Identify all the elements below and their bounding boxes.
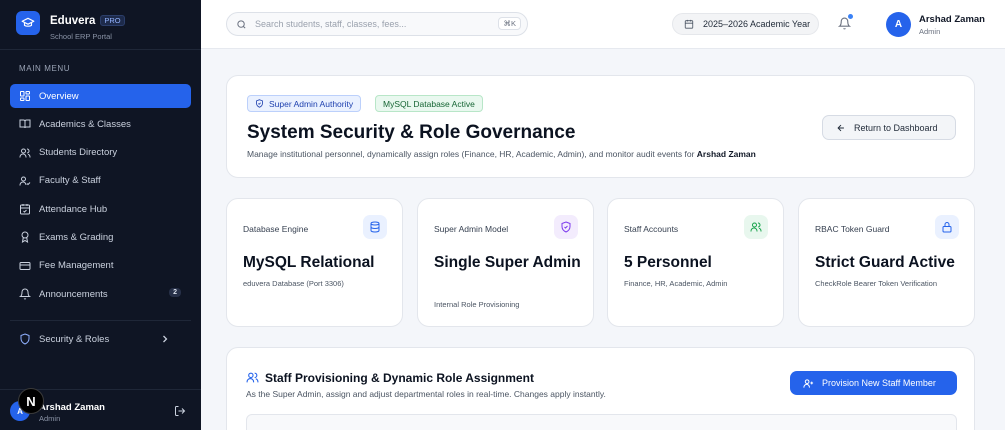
pro-badge: PRO: [100, 15, 125, 26]
graduation-cap-icon: [16, 11, 40, 35]
super-admin-tag: Super Admin Authority: [247, 95, 362, 112]
search-placeholder: Search students, staff, classes, fees...: [255, 19, 407, 29]
logout-icon[interactable]: [174, 405, 186, 417]
search-icon: [237, 19, 246, 29]
stat-value: MySQL Relational: [243, 254, 375, 271]
keyboard-shortcut: ⌘K: [498, 17, 521, 30]
stat-value: Strict Guard Active: [815, 254, 955, 271]
sidebar-item-label: Announcements: [39, 288, 108, 300]
sidebar-item-label: Security & Roles: [39, 333, 110, 345]
user-name: Arshad Zaman: [39, 402, 105, 413]
award-icon: [21, 231, 29, 244]
sidebar: Eduvera PRO School ERP Portal MAIN MENU O…: [0, 0, 201, 430]
stat-value: Single Super Admin: [434, 254, 581, 271]
users-icon: [19, 148, 31, 158]
sidebar-item-label: Overview: [39, 90, 79, 102]
staff-provisioning-card: Staff Provisioning & Dynamic Role Assign…: [226, 347, 975, 430]
bell-icon: [19, 288, 31, 300]
sidebar-item-students[interactable]: Students Directory: [10, 141, 191, 165]
user-role: Admin: [39, 414, 61, 423]
shield-check-icon: [256, 99, 263, 108]
grid-icon: [20, 91, 30, 101]
user-name[interactable]: Arshad Zaman: [919, 14, 985, 25]
sidebar-item-overview[interactable]: Overview: [10, 84, 191, 108]
stat-subtext: Finance, HR, Academic, Admin: [624, 279, 728, 288]
brand[interactable]: Eduvera PRO School ERP Portal: [16, 11, 125, 41]
sidebar-item-security[interactable]: Security & Roles: [10, 328, 191, 350]
brand-subtitle: School ERP Portal: [50, 32, 112, 41]
notification-dot: [848, 14, 853, 19]
academic-year-selector[interactable]: 2025–2026 Academic Year: [672, 13, 819, 35]
shield-icon: [554, 215, 578, 239]
stat-subtext: Internal Role Provisioning: [434, 300, 520, 309]
calendar-icon: [684, 19, 694, 29]
provision-staff-button[interactable]: Provision New Staff Member: [790, 371, 957, 395]
page-title: System Security & Role Governance: [247, 122, 576, 143]
announcements-count-badge: 2: [169, 288, 181, 298]
button-label: Return to Dashboard: [854, 122, 938, 133]
shield-icon: [20, 333, 30, 345]
arrow-left-icon: [837, 124, 844, 131]
chevron-right-icon: [163, 335, 168, 343]
security-header-card: Super Admin Authority MySQL Database Act…: [226, 75, 975, 178]
main-menu: Overview Academics & Classes Students Di…: [10, 84, 191, 310]
sidebar-item-label: Faculty & Staff: [39, 175, 101, 187]
user-plus-icon: [803, 378, 814, 388]
stat-label: Staff Accounts: [624, 224, 679, 234]
sidebar-item-attendance[interactable]: Attendance Hub: [10, 197, 191, 221]
stat-label: Super Admin Model: [434, 224, 509, 234]
sidebar-divider: [10, 320, 191, 321]
academic-year-label: 2025–2026 Academic Year: [703, 19, 811, 29]
user-role: Admin: [919, 27, 941, 36]
section-title: Staff Provisioning & Dynamic Role Assign…: [265, 371, 534, 385]
database-status-tag: MySQL Database Active: [375, 95, 483, 112]
credit-card-icon: [19, 261, 31, 270]
sidebar-item-announcements[interactable]: Announcements 2: [10, 282, 191, 306]
sidebar-item-label: Attendance Hub: [39, 203, 108, 215]
lock-icon: [935, 215, 959, 239]
subtitle-user: Arshad Zaman: [696, 149, 756, 159]
staff-table-header: [246, 414, 957, 430]
stat-value: 5 Personnel: [624, 254, 712, 271]
database-icon: [363, 215, 387, 239]
return-to-dashboard-button[interactable]: Return to Dashboard: [822, 115, 956, 140]
stat-label: Database Engine: [243, 224, 309, 234]
page-subtitle: Manage institutional personnel, dynamica…: [247, 149, 756, 159]
section-subtitle: As the Super Admin, assign and adjust de…: [246, 389, 606, 399]
topbar: Search students, staff, classes, fees...…: [201, 0, 1005, 49]
stat-card-database: Database Engine MySQL Relational eduvera…: [226, 198, 403, 327]
button-label: Provision New Staff Member: [822, 378, 936, 388]
avatar[interactable]: A: [886, 12, 911, 37]
sidebar-item-fees[interactable]: Fee Management: [10, 254, 191, 278]
tag-label: Super Admin Authority: [269, 98, 354, 109]
users-icon: [744, 215, 768, 239]
subtitle-text: Manage institutional personnel, dynamica…: [247, 149, 695, 159]
sidebar-item-label: Fee Management: [39, 260, 114, 272]
book-icon: [19, 119, 31, 129]
sidebar-item-label: Academics & Classes: [39, 118, 131, 130]
search-input[interactable]: Search students, staff, classes, fees...…: [226, 12, 528, 36]
n-logo-badge[interactable]: N: [18, 388, 44, 414]
stat-label: RBAC Token Guard: [815, 224, 890, 234]
stat-card-staff: Staff Accounts 5 Personnel Finance, HR, …: [607, 198, 784, 327]
sidebar-item-exams[interactable]: Exams & Grading: [10, 225, 191, 249]
brand-name: Eduvera: [50, 15, 96, 27]
sidebar-item-faculty[interactable]: Faculty & Staff: [10, 169, 191, 193]
user-check-icon: [19, 176, 31, 186]
calendar-check-icon: [20, 204, 30, 215]
menu-title: MAIN MENU: [19, 64, 71, 73]
stat-subtext: CheckRole Bearer Token Verification: [815, 279, 938, 288]
users-icon: [246, 372, 259, 383]
stat-card-rbac: RBAC Token Guard Strict Guard Active Che…: [798, 198, 975, 327]
stat-card-super-admin: Super Admin Model Single Super Admin Int…: [417, 198, 594, 327]
stat-subtext: eduvera Database (Port 3306): [243, 279, 344, 288]
sidebar-item-academics[interactable]: Academics & Classes: [10, 112, 191, 136]
sidebar-item-label: Students Directory: [39, 147, 118, 159]
sidebar-item-label: Exams & Grading: [39, 231, 114, 243]
sidebar-divider: [0, 49, 201, 50]
